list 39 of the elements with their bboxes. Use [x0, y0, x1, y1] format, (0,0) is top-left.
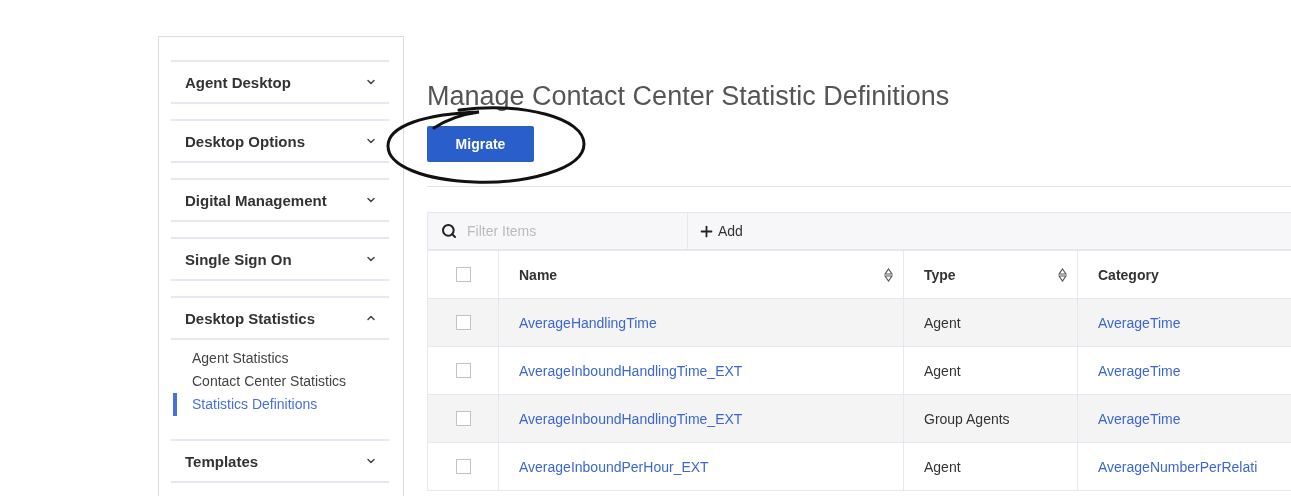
name-link[interactable]: AverageInboundHandlingTime_EXT: [499, 347, 904, 395]
sort-icon[interactable]: [884, 267, 893, 282]
section-header[interactable]: Single Sign On: [171, 237, 389, 281]
type-cell: Agent: [904, 347, 1078, 395]
column-header[interactable]: Name: [499, 251, 904, 299]
section-title: Agent Desktop: [185, 73, 291, 91]
sidebar-link[interactable]: Agent Statistics: [173, 347, 389, 370]
category-link[interactable]: AverageTime: [1078, 299, 1291, 347]
type-cell: Group Agents: [904, 395, 1078, 443]
filter-field[interactable]: Filter Items: [465, 222, 649, 240]
checkbox[interactable]: [455, 459, 471, 474]
checkbox[interactable]: [455, 267, 471, 282]
checkbox[interactable]: [455, 363, 471, 378]
name-link[interactable]: AverageHandlingTime: [499, 299, 904, 347]
checkbox[interactable]: [455, 315, 471, 330]
name-link[interactable]: AverageInboundHandlingTime_EXT: [499, 395, 904, 443]
section-header[interactable]: Desktop Options: [171, 119, 389, 163]
column-header[interactable]: Type: [904, 251, 1078, 299]
migrate-button[interactable]: Migrate: [427, 126, 534, 162]
section-header[interactable]: Agent Desktop: [171, 60, 389, 104]
add-button[interactable]: Add: [688, 213, 753, 249]
page-title: Manage Contact Center Statistic Definitions: [427, 80, 951, 113]
type-cell: Agent: [904, 443, 1078, 491]
sidebar-link[interactable]: Contact Center Statistics: [173, 370, 389, 393]
section-header[interactable]: Digital Management: [171, 178, 389, 222]
category-link[interactable]: AverageTime: [1078, 395, 1291, 443]
section-title: Single Sign On: [185, 250, 292, 268]
type-cell: Agent: [904, 299, 1078, 347]
checkbox[interactable]: [455, 411, 471, 426]
section-title: Desktop Statistics: [185, 309, 316, 327]
name-link[interactable]: AverageInboundPerHour_EXT: [499, 443, 904, 491]
search-icon: [441, 223, 457, 239]
section-title: Templates: [185, 452, 259, 470]
section-header[interactable]: Templates: [171, 439, 389, 483]
section-title: Desktop Options: [185, 132, 305, 150]
sidebar-link[interactable]: Statistics Definitions: [173, 393, 389, 416]
section-header[interactable]: Desktop Statistics: [171, 296, 389, 340]
section-title: Digital Management: [185, 191, 327, 209]
sort-icon[interactable]: [1058, 267, 1067, 282]
